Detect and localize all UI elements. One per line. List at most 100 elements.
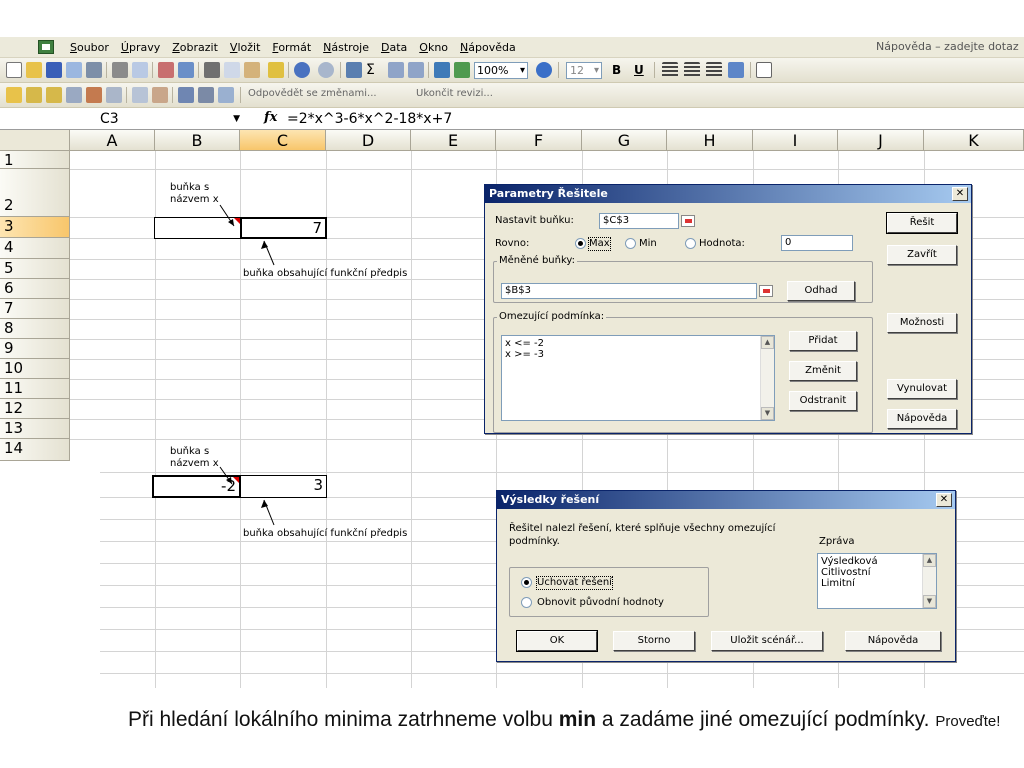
select-all-corner[interactable] [0, 130, 70, 151]
constraint-item[interactable]: x <= -2 [505, 338, 771, 349]
align-right-icon[interactable] [706, 62, 722, 78]
radio-max[interactable] [575, 238, 586, 249]
formula-input[interactable]: =2*x^3-6*x^2-18*x+7 [287, 110, 452, 128]
review-comment-icon[interactable] [66, 87, 82, 103]
column-header-k[interactable]: K [924, 130, 1024, 151]
zoom-select[interactable]: 100% [474, 62, 528, 79]
insert-function-icon[interactable]: fx [264, 110, 277, 125]
radio-value-label[interactable]: Hodnota: [699, 238, 745, 250]
scroll-down-icon[interactable]: ▼ [923, 595, 936, 608]
cancel-button[interactable]: Storno [613, 631, 695, 651]
review-folder-icon[interactable] [6, 87, 22, 103]
constraints-list[interactable]: x <= -2 x >= -3 ▲ ▼ [501, 335, 775, 421]
sort-descending-icon[interactable] [408, 62, 424, 78]
menu-view[interactable]: Zobrazit [166, 40, 224, 55]
report-item[interactable]: Citlivostní [821, 567, 933, 578]
collapse-dialog-icon[interactable] [681, 215, 695, 227]
close-icon[interactable]: ✕ [952, 187, 968, 201]
email-icon[interactable] [86, 62, 102, 78]
research-icon[interactable] [178, 62, 194, 78]
row-header-3[interactable]: 3 [0, 217, 70, 238]
row-header-13[interactable]: 13 [0, 419, 70, 439]
align-left-icon[interactable] [662, 62, 678, 78]
radio-max-label[interactable]: Max [588, 237, 611, 251]
row-header-5[interactable]: 5 [0, 259, 70, 279]
redo-icon[interactable] [318, 62, 334, 78]
save-icon[interactable] [46, 62, 62, 78]
menu-insert[interactable]: Vložit [224, 40, 266, 55]
column-header-f[interactable]: F [496, 130, 582, 151]
row-header-9[interactable]: 9 [0, 339, 70, 359]
menu-format[interactable]: Formát [266, 40, 317, 55]
review-mail-icon[interactable] [218, 87, 234, 103]
underline-button[interactable]: U [634, 62, 644, 78]
row-header-1[interactable]: 1 [0, 151, 70, 169]
print-preview-icon[interactable] [132, 62, 148, 78]
column-header-e[interactable]: E [411, 130, 496, 151]
help-question-input[interactable]: Nápověda – zadejte dotaz [876, 40, 1024, 55]
review-protect-icon[interactable] [178, 87, 194, 103]
review-delete-icon[interactable] [152, 87, 168, 103]
menu-help[interactable]: Nápověda [454, 40, 522, 55]
ok-button[interactable]: OK [516, 630, 598, 652]
reply-with-changes-link[interactable]: Odpovědět se změnami... [248, 88, 377, 99]
cell-b3-x[interactable] [154, 217, 241, 239]
help-icon[interactable] [536, 62, 552, 78]
report-scrollbar[interactable]: ▲ ▼ [922, 554, 936, 608]
print-icon[interactable] [112, 62, 128, 78]
undo-icon[interactable] [294, 62, 310, 78]
chart-wizard-icon[interactable] [434, 62, 450, 78]
add-constraint-button[interactable]: Přidat [789, 331, 857, 351]
cell-c3-fx[interactable]: 7 [240, 217, 327, 239]
row-header-4[interactable]: 4 [0, 238, 70, 259]
radio-keep-solution[interactable] [521, 577, 532, 588]
hyperlink-icon[interactable] [346, 62, 362, 78]
scroll-up-icon[interactable]: ▲ [761, 336, 774, 349]
excel-app-icon[interactable] [38, 40, 54, 54]
scroll-up-icon[interactable]: ▲ [923, 554, 936, 567]
changing-cells-input[interactable]: $B$3 [501, 283, 757, 299]
name-box[interactable]: C3 [56, 110, 240, 128]
row-header-7[interactable]: 7 [0, 299, 70, 319]
review-share-icon[interactable] [198, 87, 214, 103]
report-item[interactable]: Limitní [821, 578, 933, 589]
new-document-icon[interactable] [6, 62, 22, 78]
column-header-j[interactable]: J [838, 130, 924, 151]
row-header-10[interactable]: 10 [0, 359, 70, 379]
radio-restore-values[interactable] [521, 597, 532, 608]
review-track-icon[interactable] [86, 87, 102, 103]
paste-icon[interactable] [244, 62, 260, 78]
copy-icon[interactable] [224, 62, 240, 78]
row-header-8[interactable]: 8 [0, 319, 70, 339]
open-folder-icon[interactable] [26, 62, 42, 78]
borders-icon[interactable] [756, 62, 772, 78]
collapse-dialog-icon[interactable] [759, 285, 773, 297]
menu-data[interactable]: Data [375, 40, 413, 55]
cut-icon[interactable] [204, 62, 220, 78]
menu-tools[interactable]: Nástroje [317, 40, 375, 55]
report-list[interactable]: Výsledková Citlivostní Limitní ▲ ▼ [817, 553, 937, 609]
bold-button[interactable]: B [612, 62, 621, 78]
end-review-link[interactable]: Ukončit revizi... [416, 88, 493, 99]
spelling-icon[interactable] [158, 62, 174, 78]
row-header-14[interactable]: 14 [0, 439, 70, 461]
column-header-g[interactable]: G [582, 130, 667, 151]
row-header-2[interactable]: 2 [0, 169, 70, 217]
column-header-b[interactable]: B [155, 130, 240, 151]
format-painter-icon[interactable] [268, 62, 284, 78]
close-button[interactable]: Zavřít [887, 245, 957, 265]
column-header-d[interactable]: D [326, 130, 411, 151]
guess-button[interactable]: Odhad [787, 281, 855, 301]
menu-window[interactable]: Okno [413, 40, 454, 55]
close-icon[interactable]: ✕ [936, 493, 952, 507]
constraint-item[interactable]: x >= -3 [505, 349, 771, 360]
autosum-icon[interactable]: Σ [366, 62, 382, 78]
menu-edit[interactable]: Úpravy [115, 40, 166, 55]
scroll-down-icon[interactable]: ▼ [761, 407, 774, 420]
radio-min[interactable] [625, 238, 636, 249]
column-header-a[interactable]: A [70, 130, 155, 151]
solve-button[interactable]: Řešit [886, 212, 958, 234]
cell-fx-result[interactable]: 3 [240, 475, 327, 498]
merge-center-icon[interactable] [728, 62, 744, 78]
align-center-icon[interactable] [684, 62, 700, 78]
